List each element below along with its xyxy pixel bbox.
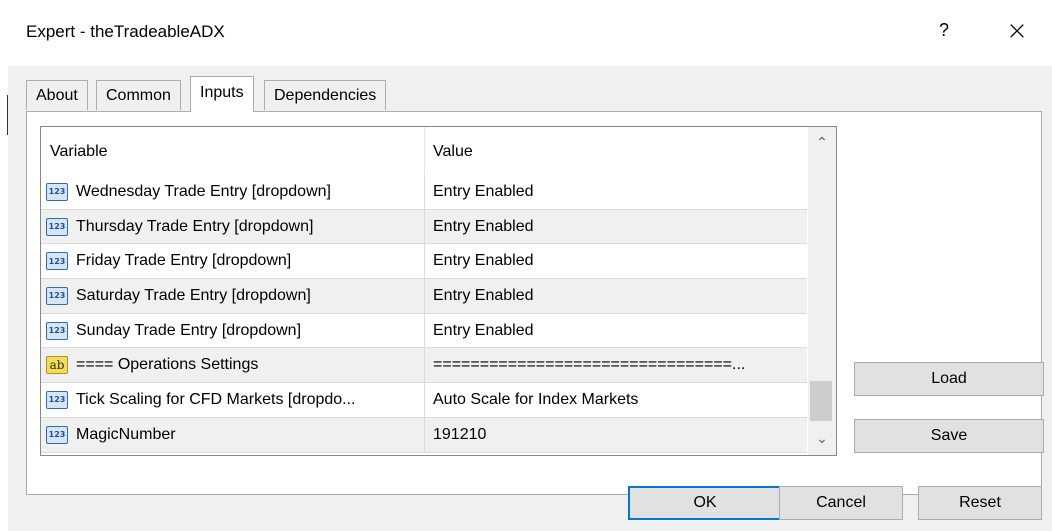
- variable-name: Friday Trade Entry [dropdown]: [76, 252, 292, 270]
- value-cell[interactable]: Entry Enabled: [425, 210, 807, 244]
- table-row[interactable]: ab ==== Operations Settings ==============…: [41, 348, 807, 384]
- number-icon: 123: [46, 252, 68, 271]
- variable-cell[interactable]: 123 Friday Trade Entry [dropdown]: [41, 244, 425, 279]
- number-icon: 123: [46, 321, 68, 340]
- grid-header: Variable Value: [41, 127, 807, 175]
- value-cell[interactable]: Entry Enabled: [425, 279, 807, 313]
- value-cell[interactable]: Entry Enabled: [425, 314, 807, 348]
- variable-name: ==== Operations Settings: [76, 356, 259, 374]
- value-cell[interactable]: Entry Enabled: [425, 244, 807, 278]
- scroll-up-icon[interactable]: ⌃: [808, 127, 836, 159]
- scrollbar-thumb[interactable]: [810, 381, 832, 421]
- variable-cell[interactable]: 123 Tick Scaling for CFD Markets [dropdo.…: [41, 383, 425, 417]
- value-cell[interactable]: ================================...: [425, 348, 807, 382]
- column-header-value[interactable]: Value: [425, 127, 807, 175]
- variable-cell[interactable]: 123 MagicNumber: [41, 417, 425, 452]
- table-row[interactable]: 123 Saturday Trade Entry [dropdown] Entry …: [41, 279, 807, 314]
- close-button[interactable]: ×: [1004, 16, 1030, 46]
- variable-cell[interactable]: 123 Thursday Trade Entry [dropdown]: [41, 209, 425, 244]
- table-row[interactable]: 123 Tick Scaling for CFD Markets [dropdo.…: [41, 383, 807, 418]
- value-cell[interactable]: Auto Scale for Index Markets: [425, 383, 807, 417]
- variable-name: MagicNumber: [76, 425, 176, 443]
- variable-cell[interactable]: 123 Sunday Trade Entry [dropdown]: [41, 313, 425, 348]
- window-title: Expert - theTradeableADX: [26, 22, 225, 41]
- vertical-scrollbar[interactable]: ⌃ ⌄: [808, 127, 836, 455]
- tab-inputs[interactable]: Inputs: [190, 76, 254, 112]
- variable-name: Tick Scaling for CFD Markets [dropdo...: [76, 390, 356, 408]
- variable-name: Wednesday Trade Entry [dropdown]: [76, 182, 331, 200]
- value-cell[interactable]: Entry Enabled: [425, 175, 807, 209]
- value-cell[interactable]: 191210: [425, 418, 807, 452]
- tab-dependencies[interactable]: Dependencies: [264, 80, 387, 110]
- number-icon: 123: [46, 182, 68, 201]
- help-button[interactable]: ?: [934, 20, 954, 41]
- variable-cell[interactable]: 123 Wednesday Trade Entry [dropdown]: [41, 175, 425, 209]
- title-bar: Expert - theTradeableADX ? ×: [8, 0, 1052, 66]
- table-row[interactable]: 123 MagicNumber 191210: [41, 417, 807, 453]
- cancel-button[interactable]: Cancel: [779, 486, 903, 520]
- save-button[interactable]: Save: [854, 419, 1044, 453]
- string-icon: ab: [46, 356, 68, 375]
- inputs-grid: Variable Value 123 Wednesday Trade Entry …: [40, 126, 837, 456]
- ok-button[interactable]: OK: [628, 486, 782, 520]
- number-icon: 123: [46, 286, 68, 305]
- table-row[interactable]: 123 Friday Trade Entry [dropdown] Entry En…: [41, 244, 807, 280]
- tab-about[interactable]: About: [26, 80, 88, 110]
- number-icon: 123: [46, 217, 68, 236]
- load-button[interactable]: Load: [854, 362, 1044, 396]
- table-row[interactable]: 123 Wednesday Trade Entry [dropdown] Entry…: [41, 175, 807, 210]
- number-icon: 123: [46, 390, 68, 409]
- scroll-down-icon[interactable]: ⌄: [808, 423, 836, 455]
- tab-common[interactable]: Common: [96, 80, 181, 110]
- variable-name: Thursday Trade Entry [dropdown]: [76, 217, 314, 235]
- window-edge: [0, 0, 8, 531]
- table-row[interactable]: 123 Thursday Trade Entry [dropdown] Entry …: [41, 209, 807, 245]
- grid-rows: 123 Wednesday Trade Entry [dropdown] Entry…: [41, 175, 807, 453]
- variable-name: Saturday Trade Entry [dropdown]: [76, 286, 311, 304]
- table-row[interactable]: 123 Sunday Trade Entry [dropdown] Entry En…: [41, 313, 807, 349]
- column-header-variable[interactable]: Variable: [41, 127, 425, 175]
- number-icon: 123: [46, 425, 68, 444]
- variable-cell[interactable]: 123 Saturday Trade Entry [dropdown]: [41, 279, 425, 313]
- variable-name: Sunday Trade Entry [dropdown]: [76, 321, 302, 339]
- reset-button[interactable]: Reset: [918, 486, 1042, 520]
- variable-cell[interactable]: ab ==== Operations Settings: [41, 348, 425, 383]
